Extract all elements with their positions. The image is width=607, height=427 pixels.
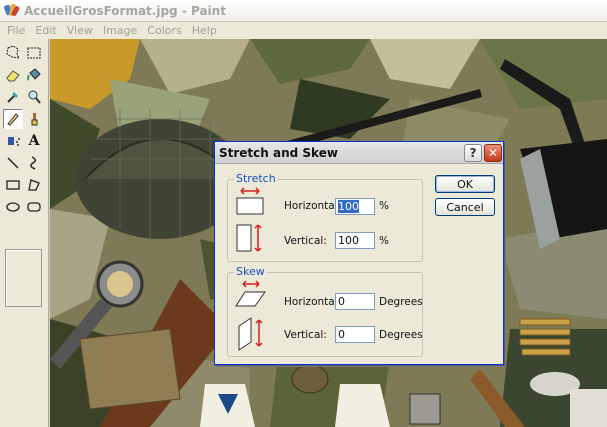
airbrush-icon[interactable] xyxy=(3,131,23,151)
color-picker-icon[interactable] xyxy=(3,87,23,107)
line-icon[interactable] xyxy=(3,153,23,173)
stretch-horizontal-icon xyxy=(236,187,264,215)
stretch-group-label: Stretch xyxy=(234,172,278,185)
skew-horizontal-input[interactable]: 0 xyxy=(335,293,375,310)
rect-select-icon[interactable] xyxy=(24,43,44,63)
tool-options-box[interactable] xyxy=(5,249,42,307)
eraser-icon[interactable] xyxy=(3,65,23,85)
skew-vertical-input[interactable]: 0 xyxy=(335,326,375,343)
close-icon: ✕ xyxy=(487,146,499,160)
curve-icon[interactable] xyxy=(24,153,44,173)
dialog-title: Stretch and Skew xyxy=(219,146,338,160)
polygon-icon[interactable] xyxy=(24,175,44,195)
cancel-button[interactable]: Cancel xyxy=(435,198,495,216)
skew-horizontal-label: Horizontal: xyxy=(284,296,342,308)
magnifier-icon[interactable] xyxy=(24,87,44,107)
text-icon[interactable]: A xyxy=(24,131,44,151)
menu-image[interactable]: Image xyxy=(98,24,142,37)
close-button[interactable]: ✕ xyxy=(484,144,502,162)
skew-vertical-icon xyxy=(238,317,263,351)
menu-help[interactable]: Help xyxy=(187,24,222,37)
stretch-vertical-icon xyxy=(236,224,262,252)
menu-file[interactable]: File xyxy=(2,24,30,37)
fill-bucket-icon[interactable] xyxy=(24,65,44,85)
rectangle-icon[interactable] xyxy=(3,175,23,195)
skew-horizontal-icon xyxy=(235,280,266,307)
window-titlebar[interactable]: AccueilGrosFormat.jpg - Paint xyxy=(0,0,607,22)
stretch-horizontal-label: Horizontal: xyxy=(284,200,342,212)
stretch-skew-dialog: Stretch and Skew ? ✕ Stretch Horizontal:… xyxy=(214,141,504,365)
menu-view[interactable]: View xyxy=(62,24,98,37)
brush-icon[interactable] xyxy=(24,109,44,129)
menu-colors[interactable]: Colors xyxy=(142,24,186,37)
stretch-horizontal-unit: % xyxy=(379,200,389,212)
skew-vertical-label: Vertical: xyxy=(284,329,327,341)
ok-button[interactable]: OK xyxy=(435,175,495,193)
toolbox: A xyxy=(0,39,49,427)
free-form-select-icon[interactable] xyxy=(3,43,23,63)
menu-bar: File Edit View Image Colors Help xyxy=(0,22,607,39)
stretch-vertical-unit: % xyxy=(379,235,389,247)
dialog-titlebar[interactable]: Stretch and Skew ? ✕ xyxy=(215,142,503,164)
skew-horizontal-unit: Degrees xyxy=(379,296,423,308)
stretch-vertical-input[interactable]: 100 xyxy=(335,232,375,249)
window-title: AccueilGrosFormat.jpg - Paint xyxy=(24,3,226,18)
skew-vertical-unit: Degrees xyxy=(379,329,423,341)
help-button[interactable]: ? xyxy=(464,144,482,162)
rounded-rect-icon[interactable] xyxy=(24,197,44,217)
pencil-icon[interactable] xyxy=(3,109,23,129)
stretch-group: Stretch Horizontal: 100 % Vertical: 100 … xyxy=(227,172,423,262)
ellipse-icon[interactable] xyxy=(3,197,23,217)
stretch-horizontal-input[interactable]: 100 xyxy=(335,198,375,215)
skew-group: Skew Horizontal: 0 Degrees Vertical: 0 D… xyxy=(227,265,423,357)
stretch-vertical-label: Vertical: xyxy=(284,235,327,247)
skew-group-label: Skew xyxy=(234,265,267,278)
paint-palette-icon xyxy=(3,3,21,19)
menu-edit[interactable]: Edit xyxy=(30,24,61,37)
